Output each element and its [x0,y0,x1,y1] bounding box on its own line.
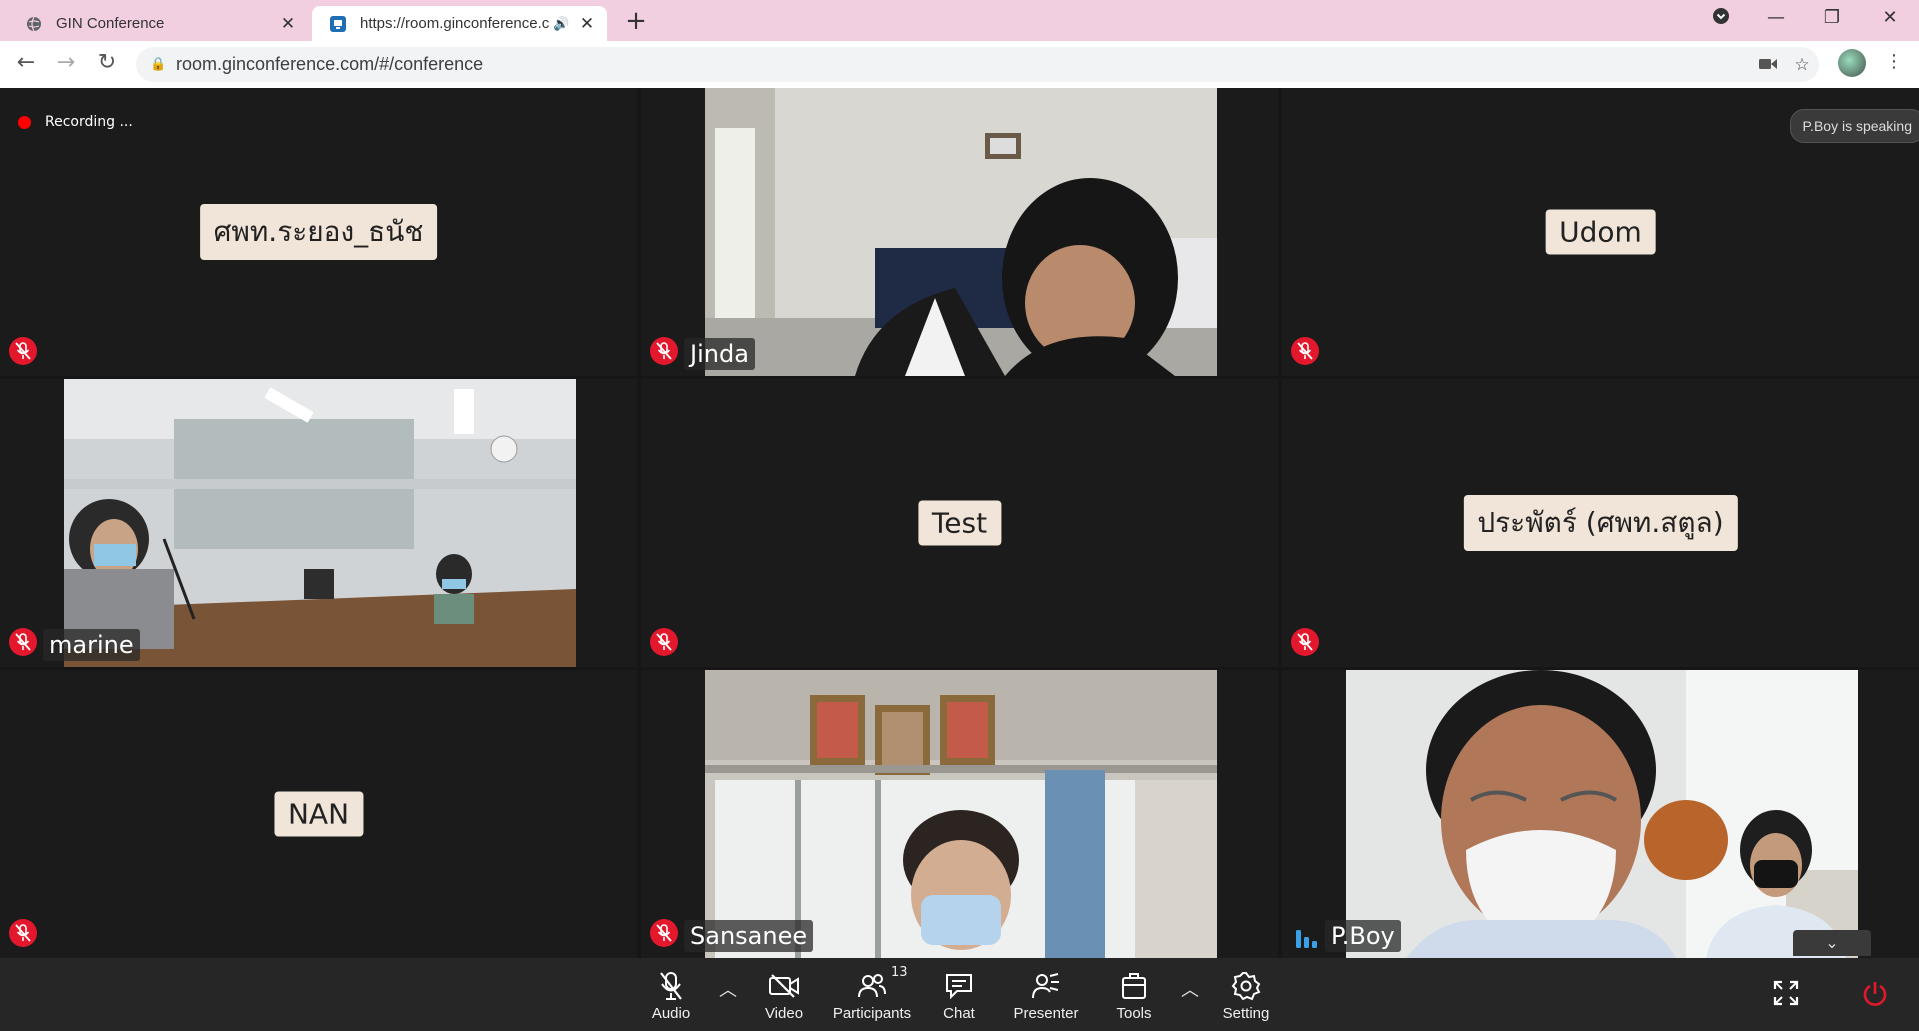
participant-name-label: Jinda [684,338,755,370]
browser-tab-strip: GIN Conference ✕ https://room.ginconfere… [0,0,1919,41]
tools-options-caret-icon[interactable]: ︿ [1178,976,1202,1002]
participant-tile[interactable]: Jinda [641,88,1278,376]
tab-close-icon[interactable]: ✕ [577,14,597,34]
mic-muted-icon [9,337,37,365]
participant-name-badge: ศพท.ระยอง_ธนัช [199,204,438,260]
collapse-toolbar-chevron-icon[interactable]: ⌄ [1793,930,1871,956]
reload-icon[interactable]: ↻ [92,50,122,75]
mic-muted-icon [1291,337,1319,365]
tab-search-icon[interactable] [1707,7,1735,30]
mic-muted-icon [9,628,37,656]
tools-label: Tools [1116,1005,1152,1022]
presenter-icon [1032,973,1059,999]
chat-button[interactable]: Chat [914,968,1004,1022]
participants-label: Participants [832,1005,912,1022]
video-label: Video [764,1005,804,1022]
speaking-indicator-icon [1296,930,1317,948]
chat-label: Chat [943,1005,975,1022]
new-tab-button[interactable]: + [622,7,650,35]
bookmark-star-icon[interactable]: ☆ [1785,55,1819,75]
participant-tile[interactable]: P.Boy ⌄ [1282,670,1919,958]
gear-icon [1231,972,1261,1001]
tab-conference-room[interactable]: https://room.ginconference.c 🔊 ✕ [312,6,607,41]
mic-muted-icon [9,919,37,947]
participant-name-badge: NAN [273,791,364,837]
chat-icon [946,974,972,1000]
tab-audio-playing-icon[interactable]: 🔊 [553,16,569,32]
participant-tile[interactable]: NAN [0,670,637,958]
record-dot-icon [18,115,31,129]
audio-label: Audio [651,1005,691,1022]
tab-title: https://room.ginconference.c [360,15,550,32]
participant-name-badge: ประพัตร์ (ศพท.สตูล) [1463,495,1738,551]
globe-icon [27,16,41,31]
video-off-icon [769,974,799,998]
participant-tile[interactable]: Sansanee [641,670,1278,958]
participant-name-label: marine [43,629,140,661]
conference-favicon-icon [330,15,346,32]
conference-control-bar: Audio ︿ Video Participants 13 Chat Prese… [0,958,1919,1031]
participant-name-label: Sansanee [684,920,814,952]
participant-video [64,379,576,667]
mic-muted-icon [650,628,678,656]
tab-close-icon[interactable]: ✕ [278,14,298,34]
setting-label: Setting [1222,1005,1270,1022]
participant-tile[interactable]: marine [0,379,637,667]
presenter-button[interactable]: Presenter [1001,968,1091,1022]
participant-name-badge: Test [917,500,1002,546]
participants-count-badge: 13 [891,965,908,980]
recording-indicator: Recording ... [18,114,133,130]
camera-in-use-icon[interactable] [1751,55,1785,75]
participant-video [1346,670,1858,958]
participant-tile[interactable]: Recording ... ศพท.ระยอง_ธนัช [0,88,637,376]
recording-label: Recording ... [45,114,133,130]
participant-video [705,670,1217,958]
tools-button[interactable]: Tools [1089,968,1179,1022]
participant-video [705,88,1217,376]
forward-arrow-icon[interactable]: → [51,50,81,75]
browser-toolbar: ← → ↻ 🔒 room.ginconference.com/#/confere… [0,41,1919,89]
participant-tile[interactable]: ประพัตร์ (ศพท.สตูล) [1282,379,1919,667]
tab-gin-conference[interactable]: GIN Conference ✕ [8,6,308,41]
tab-title: GIN Conference [56,15,165,32]
participant-tile[interactable]: Test [641,379,1278,667]
fullscreen-icon[interactable] [1773,980,1799,1010]
presenter-label: Presenter [1013,1005,1079,1022]
audio-button[interactable]: Audio [626,968,716,1022]
mic-muted-icon [650,337,678,365]
participant-name-badge: Udom [1545,209,1656,255]
address-bar[interactable]: 🔒 room.ginconference.com/#/conference ☆ [136,47,1819,82]
leave-meeting-power-icon[interactable] [1862,980,1888,1012]
window-close-button[interactable]: ✕ [1876,7,1904,28]
mic-muted-icon [650,919,678,947]
active-speaker-notice: P.Boy is speaking [1789,109,1919,143]
participant-name-label: P.Boy [1325,920,1401,952]
tools-icon [1122,973,1146,999]
mic-muted-icon [1291,628,1319,656]
browser-menu-icon[interactable]: ⋮ [1885,51,1903,72]
participants-icon [858,974,886,998]
profile-avatar[interactable] [1838,49,1866,77]
participant-grid: Recording ... ศพท.ระยอง_ธนัช Jinda P.Boy… [0,88,1919,958]
video-button[interactable]: Video [739,968,829,1022]
minimize-button[interactable]: — [1762,7,1790,28]
back-arrow-icon[interactable]: ← [11,50,41,75]
restore-button[interactable]: ❐ [1818,7,1846,28]
setting-button[interactable]: Setting [1201,968,1291,1022]
participant-tile[interactable]: P.Boy is speaking Udom [1282,88,1919,376]
lock-icon: 🔒 [150,57,167,72]
audio-options-caret-icon[interactable]: ︿ [716,976,740,1002]
url-text[interactable]: room.ginconference.com/#/conference [176,54,1751,75]
mic-off-icon [660,972,682,1000]
